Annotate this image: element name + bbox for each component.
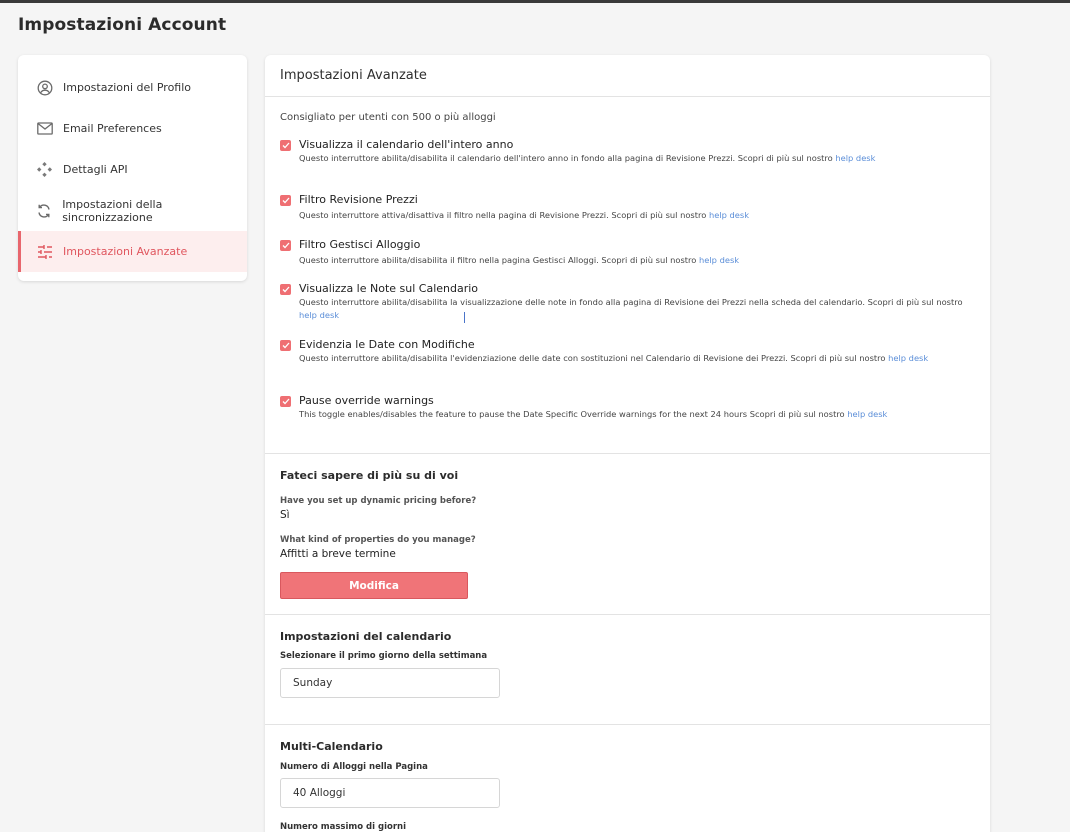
sidebar-item-sync[interactable]: Impostazioni della sincronizzazione — [18, 190, 247, 231]
about-you-section: Fateci sapere di più su di voi Have you … — [265, 454, 990, 615]
option-desc-text: Questo interruttore abilita/disabilita l… — [299, 353, 889, 363]
option-desc-text: Questo interruttore attiva/disattiva il … — [299, 210, 709, 220]
option-desc-text: Questo interruttore abilita/disabilita l… — [299, 297, 963, 307]
multi-calendar-section: Multi-Calendario Numero di Alloggi nella… — [265, 725, 990, 832]
option-description: Questo interruttore abilita/disabilita l… — [299, 296, 964, 322]
answer-value: Affitti a breve termine — [280, 548, 396, 560]
advanced-settings-card: Impostazioni Avanzate Consigliato per ut… — [265, 55, 990, 832]
sidebar-item-label: Impostazioni della sincronizzazione — [62, 197, 163, 224]
sidebar-item-label: Impostazioni del Profilo — [63, 81, 192, 94]
help-desk-link[interactable]: help desk — [847, 409, 887, 419]
sidebar-item-advanced[interactable]: Impostazioni Avanzate — [18, 231, 247, 272]
recommend-note: Consigliato per utenti con 500 o più all… — [280, 112, 496, 123]
question-label: Have you set up dynamic pricing before? — [280, 496, 477, 506]
field-label: Numero di Alloggi nella Pagina — [280, 762, 428, 772]
api-icon — [36, 161, 53, 178]
help-desk-link[interactable]: help desk — [835, 153, 875, 163]
help-desk-link[interactable]: help desk — [888, 353, 928, 363]
text-cursor — [464, 312, 465, 323]
sidebar-item-api[interactable]: Dettagli API — [18, 149, 247, 190]
properties-per-page-select[interactable]: 40 Alloggi — [280, 778, 500, 808]
edit-button[interactable]: Modifica — [280, 572, 468, 599]
question-label: What kind of properties do you manage? — [280, 535, 476, 545]
option-title: Visualizza le Note sul Calendario — [299, 282, 479, 295]
top-bar — [0, 0, 1070, 3]
user-circle-icon — [36, 79, 53, 96]
page-title: Impostazioni Account — [18, 15, 227, 35]
checkbox[interactable] — [280, 284, 291, 295]
checkbox[interactable] — [280, 240, 291, 251]
sync-icon — [36, 202, 52, 219]
option-title: Filtro Gestisci Alloggio — [299, 238, 421, 251]
field-label: Selezionare il primo giorno della settim… — [280, 651, 488, 661]
check-icon — [282, 197, 289, 204]
help-desk-link[interactable]: help desk — [299, 310, 339, 320]
field-label: Numero massimo di giorni — [280, 822, 407, 832]
answer-value: Sì — [280, 509, 290, 521]
option-title: Visualizza il calendario dell'intero ann… — [299, 138, 514, 151]
option-desc-text: Questo interruttore abilita/disabilita i… — [299, 255, 699, 265]
option-description: Questo interruttore abilita/disabilita i… — [299, 152, 964, 165]
sidebar-item-email-preferences[interactable]: Email Preferences — [18, 108, 247, 149]
card-title: Impostazioni Avanzate — [265, 55, 990, 97]
check-icon — [282, 398, 289, 405]
sidebar-item-label: Dettagli API — [63, 163, 128, 176]
check-icon — [282, 342, 289, 349]
check-icon — [282, 286, 289, 293]
checkbox[interactable] — [280, 396, 291, 407]
help-desk-link[interactable]: help desk — [709, 210, 749, 220]
checkbox[interactable] — [280, 195, 291, 206]
option-description: Questo interruttore attiva/disattiva il … — [299, 209, 964, 222]
option-desc-text: This toggle enables/disables the feature… — [299, 409, 848, 419]
help-desk-link[interactable]: help desk — [699, 255, 739, 265]
option-title: Pause override warnings — [299, 394, 434, 407]
mail-icon — [36, 120, 53, 137]
advanced-options-section: Consigliato per utenti con 500 o più all… — [265, 97, 990, 454]
check-icon — [282, 142, 289, 149]
sidebar-item-label: Impostazioni Avanzate — [63, 245, 188, 258]
section-title: Impostazioni del calendario — [280, 630, 452, 643]
calendar-settings-section: Impostazioni del calendario Selezionare … — [265, 615, 990, 725]
option-title: Filtro Revisione Prezzi — [299, 193, 418, 206]
sidebar-item-profile[interactable]: Impostazioni del Profilo — [18, 67, 247, 108]
section-title: Fateci sapere di più su di voi — [280, 469, 459, 482]
option-description: Questo interruttore abilita/disabilita l… — [299, 352, 964, 365]
option-description: Questo interruttore abilita/disabilita i… — [299, 254, 964, 267]
checkbox[interactable] — [280, 140, 291, 151]
first-day-select[interactable]: Sunday — [280, 668, 500, 698]
sidebar-item-label: Email Preferences — [63, 122, 162, 135]
option-title: Evidenzia le Date con Modifiche — [299, 338, 475, 351]
settings-sidebar: Impostazioni del Profilo Email Preferenc… — [18, 55, 247, 281]
checkbox[interactable] — [280, 340, 291, 351]
check-icon — [282, 242, 289, 249]
option-description: This toggle enables/disables the feature… — [299, 408, 964, 421]
option-desc-text: Questo interruttore abilita/disabilita i… — [299, 153, 836, 163]
section-title: Multi-Calendario — [280, 740, 383, 753]
sliders-icon — [36, 243, 53, 260]
